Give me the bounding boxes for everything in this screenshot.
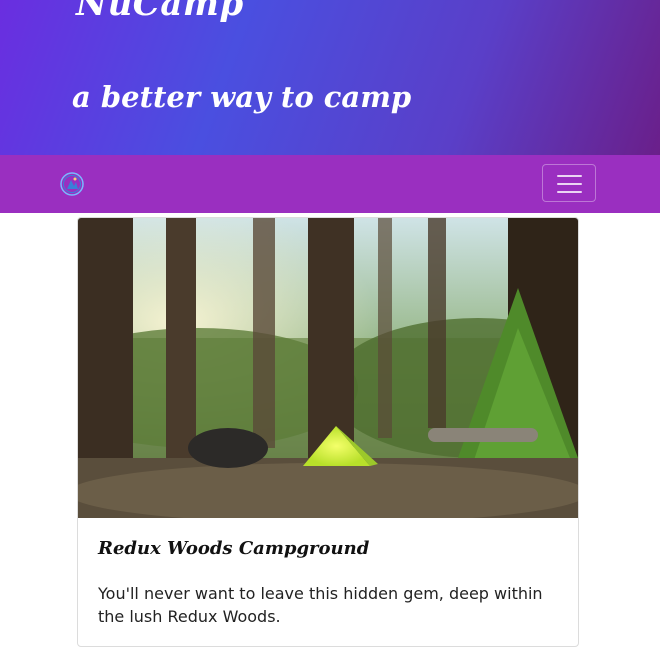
brand-title: NuCamp xyxy=(76,0,244,24)
hamburger-menu-icon xyxy=(557,191,582,193)
hamburger-menu-icon xyxy=(557,175,582,177)
campsite-image[interactable] xyxy=(78,218,578,518)
nucamp-logo-icon[interactable] xyxy=(60,172,84,196)
tagline: a better way to camp xyxy=(72,80,412,114)
hamburger-menu-icon xyxy=(557,183,582,185)
card-text: You'll never want to leave this hidden g… xyxy=(98,584,543,626)
navbar xyxy=(0,155,660,213)
jumbotron-header: NuCamp a better way to camp xyxy=(0,0,660,155)
card-title: Redux Woods Campground xyxy=(98,538,370,559)
campsite-card[interactable]: Redux Woods Campground You'll never want… xyxy=(77,217,579,647)
navbar-toggler-button[interactable] xyxy=(542,164,596,202)
